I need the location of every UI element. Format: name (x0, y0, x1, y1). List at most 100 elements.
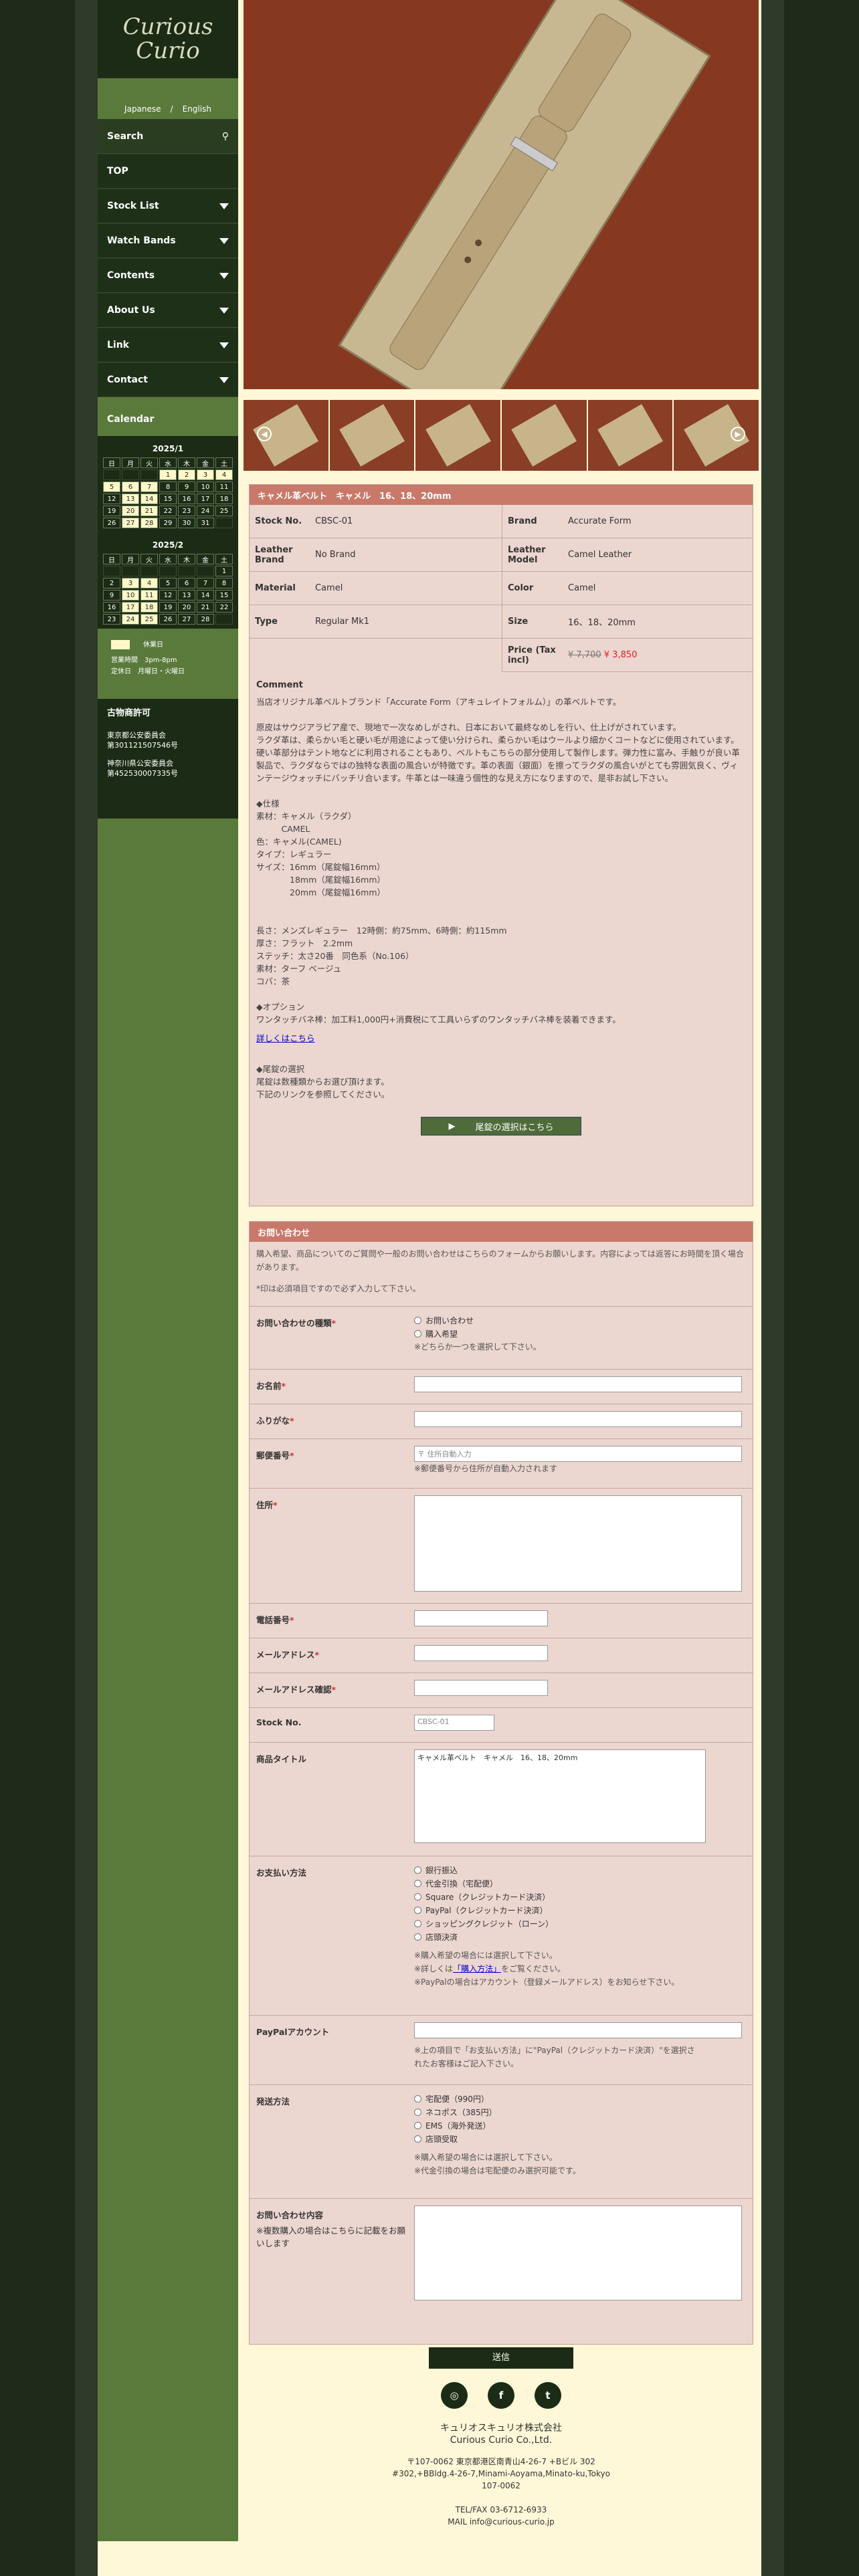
field-row-stock: Stock No. CBSC-01 (250, 1707, 753, 1742)
nav-contents[interactable]: Contents (98, 258, 238, 293)
payment-option[interactable]: 銀行振込 (414, 1863, 753, 1876)
calendar-month-2: 2025/2 (152, 540, 184, 550)
calendar-grid-1: 日月火水木金土 1 2 3 4 5 6 7 8 9 10 11 12 13 14 15 16 17 18 19 20 21… (103, 457, 233, 528)
lang-english[interactable]: English (183, 104, 211, 114)
tel-field[interactable] (414, 1610, 548, 1626)
radio-inquiry[interactable]: お問い合わせ (414, 1313, 753, 1327)
license-line: 第452530007335号 (107, 769, 178, 778)
chevron-down-icon (219, 237, 229, 244)
shipping-option[interactable]: 宅配便（990円） (414, 2092, 753, 2105)
lang-japanese[interactable]: Japanese (124, 104, 161, 114)
nav-contents-label: Contents (107, 270, 155, 281)
nav-link[interactable]: Link (98, 328, 238, 362)
thumbnail[interactable]: ◀ (244, 400, 328, 471)
kana-field[interactable] (414, 1411, 742, 1427)
nav-top[interactable]: TOP (98, 154, 238, 189)
field-row-shipping: 発送方法 宅配便（990円） ネコポス（385円） EMS（海外発送） 店頭受取 ※購入… (250, 2084, 753, 2198)
email-field[interactable] (414, 1645, 548, 1661)
message-field[interactable] (414, 2206, 742, 2300)
calendar-day (140, 469, 158, 480)
calendar-day: 23 (103, 614, 120, 625)
thumbnail[interactable] (329, 400, 415, 471)
search-icon[interactable]: ⚲ (222, 131, 229, 142)
payment-option[interactable]: ショッピングクレジット（ローン） (414, 1917, 753, 1930)
nav-stock-list[interactable]: Stock List (98, 189, 238, 223)
chevron-left-icon[interactable]: ◀ (257, 427, 272, 441)
instagram-icon[interactable]: ◎ (441, 2382, 468, 2409)
calendar-day: 7 (140, 481, 158, 492)
company-name-ja: キュリオスキュリオ株式会社 (440, 2423, 562, 2434)
payment-option[interactable]: 代金引換（宅配便） (414, 1876, 753, 1890)
address-zip: 107-0062 (482, 2481, 520, 2490)
nav-stock-label: Stock List (107, 201, 159, 211)
facebook-icon[interactable]: f (488, 2382, 514, 2409)
payment-option[interactable]: 店頭決済 (414, 1930, 753, 1943)
spec-table: Stock No. CBSC-01 Brand Accurate Form Le… (250, 505, 753, 672)
shipping-option[interactable]: ネコポス（385円） (414, 2105, 753, 2119)
shipping-option[interactable]: 店頭受取 (414, 2132, 753, 2145)
logo-line2: Curio (136, 37, 200, 64)
address-field[interactable] (414, 1495, 742, 1592)
logo[interactable]: Curious Curio (98, 0, 238, 80)
thumbnail[interactable]: ▶ (674, 400, 759, 471)
nav-about-us[interactable]: About Us (98, 293, 238, 328)
calendar-weekday: 水 (159, 457, 177, 468)
language-switch: Japanese / English (98, 80, 238, 119)
calendar-day: 8 (159, 481, 177, 492)
radio-purchase[interactable]: 購入希望 (414, 1327, 753, 1340)
zip-field[interactable]: 〒 住所自動入力 (414, 1446, 742, 1462)
calendar-day: 17 (197, 494, 214, 504)
calendar-day: 13 (122, 494, 139, 504)
detail-link[interactable]: 詳しくはこちら (256, 1033, 315, 1043)
purchase-method-link[interactable]: 「購入方法」 (453, 1964, 501, 1973)
stock-field[interactable]: CBSC-01 (414, 1715, 494, 1731)
holiday-label: 休業日 (143, 641, 163, 649)
address-label: 住所 (256, 1500, 274, 1510)
spec-value: Accurate Form (563, 505, 753, 538)
paypal-field[interactable] (414, 2022, 742, 2038)
buckle-btn-label: 尾錠の選択はこちら (475, 1122, 554, 1133)
shipping-option[interactable]: EMS（海外発送） (414, 2119, 753, 2132)
ship-note-1: ※購入希望の場合には選択して下さい。 (414, 2153, 557, 2162)
buckle-select-button[interactable]: ▶ 尾錠の選択はこちら (421, 1117, 581, 1136)
calendar-day (140, 566, 158, 576)
field-row-message: お問い合わせ内容 ※複数購入の場合はこちらに記載をお願いします (250, 2198, 753, 2312)
search-bar[interactable]: Search ⚲ (98, 119, 238, 154)
calendar-day: 3 (122, 578, 139, 588)
comment-body: 当店オリジナル革ベルトブランド「Accurate Form（アキュレイトフォルム… (256, 697, 740, 1025)
nav-watch-bands[interactable]: Watch Bands (98, 223, 238, 258)
submit-button[interactable]: 送信 (429, 2347, 573, 2369)
calendar-day: 13 (178, 590, 195, 601)
thumbnail[interactable] (415, 400, 501, 471)
chevron-down-icon (219, 272, 229, 279)
outer-band-right (761, 0, 784, 2576)
payment-option[interactable]: PayPal（クレジットカード決済） (414, 1903, 753, 1917)
thumbnail[interactable] (502, 400, 587, 471)
thumbnail[interactable] (587, 400, 673, 471)
type-note: ※どちらか一つを選択して下さい。 (414, 1342, 541, 1352)
nav-contact[interactable]: Contact (98, 362, 238, 397)
social-links: ◎ f t (244, 2382, 759, 2409)
license-line: 第301121507546号 (107, 741, 178, 750)
calendar-day: 5 (159, 578, 177, 588)
calendar-day: 3 (197, 469, 214, 480)
calendar-day: 21 (197, 602, 214, 613)
spec-value: Camel (563, 572, 753, 605)
lang-separator: / (170, 104, 173, 114)
calendar-day (215, 614, 233, 625)
chevron-right-icon[interactable]: ▶ (731, 427, 746, 441)
name-field[interactable] (414, 1376, 742, 1392)
spec-key: Stock No. (250, 505, 310, 538)
twitter-icon[interactable]: t (535, 2382, 561, 2409)
zip-label: 郵便番号 (256, 1451, 290, 1461)
spec-key: Leather Brand (250, 538, 310, 572)
calendar-day: 18 (215, 494, 233, 504)
email-confirm-field[interactable] (414, 1680, 548, 1696)
payment-option[interactable]: Square（クレジットカード決済） (414, 1890, 753, 1903)
field-row-ptitle: 商品タイトル キャメル革ベルト キャメル 16、18、20mm (250, 1742, 753, 1856)
mail2-label: メールアドレス確認 (256, 1685, 332, 1695)
footer: 送信 ◎ f t キュリオスキュリオ株式会社 Curious Curio Co.… (244, 2347, 759, 2528)
calendar-day: 15 (159, 494, 177, 504)
product-title-field[interactable]: キャメル革ベルト キャメル 16、18、20mm (414, 1749, 706, 1843)
logo-line1: Curious (122, 13, 213, 40)
